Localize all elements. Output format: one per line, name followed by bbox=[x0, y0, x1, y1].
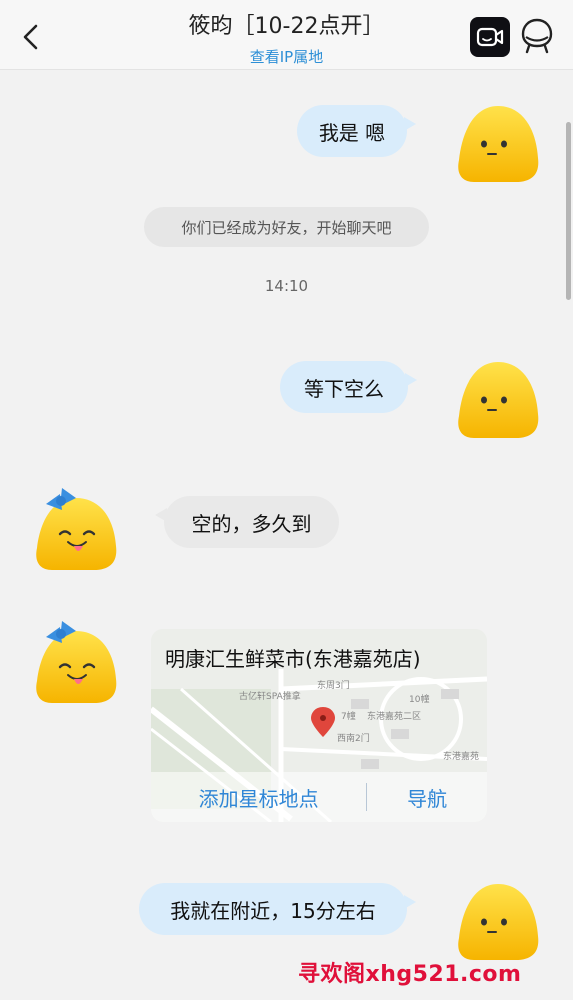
message-bubble-incoming[interactable]: 空的，多久到 bbox=[155, 496, 339, 548]
message-timestamp: 14:10 bbox=[264, 277, 309, 295]
message-text: 我是 嗯 bbox=[318, 120, 386, 145]
map-label: 西南2门 bbox=[337, 734, 370, 744]
scrollbar[interactable] bbox=[566, 122, 571, 300]
message-text: 我就在附近，15分左右 bbox=[170, 898, 376, 923]
location-actions: 添加星标地点 导航 bbox=[151, 772, 487, 822]
my-avatar[interactable] bbox=[456, 358, 540, 442]
contact-avatar[interactable] bbox=[32, 484, 120, 574]
map-label: 10幢 bbox=[409, 695, 430, 705]
watermark: 寻欢阁xhg521.com bbox=[298, 962, 522, 987]
system-notice: 你们已经成为好友，开始聊天吧 bbox=[144, 207, 429, 247]
video-camera-icon bbox=[476, 27, 504, 47]
map-label: 东港嘉苑 bbox=[443, 752, 480, 762]
message-text: 空的，多久到 bbox=[191, 511, 312, 536]
location-card[interactable]: 明康汇生鲜菜市(东港嘉苑店) 东周3门 古亿轩SPA推拿 东港嘉苑二区 西南2门… bbox=[151, 629, 487, 822]
my-avatar[interactable] bbox=[456, 880, 540, 964]
profile-icon[interactable] bbox=[520, 17, 554, 55]
contact-avatar[interactable] bbox=[32, 617, 120, 707]
map-label: 东周3门 bbox=[317, 681, 350, 691]
message-text: 等下空么 bbox=[304, 376, 384, 401]
map-label: 东港嘉苑二区 bbox=[367, 712, 422, 722]
navigate-button[interactable]: 导航 bbox=[367, 783, 487, 812]
map-label: 7幢 bbox=[341, 712, 356, 722]
message-bubble-outgoing[interactable]: 等下空么 bbox=[280, 361, 417, 413]
my-avatar[interactable] bbox=[456, 102, 540, 186]
message-bubble-outgoing[interactable]: 我就在附近，15分左右 bbox=[139, 883, 416, 935]
chat-header: 筱昀［10-22点开］ 查看IP属地 bbox=[0, 0, 573, 70]
video-call-button[interactable] bbox=[470, 17, 510, 57]
message-bubble-outgoing[interactable]: 我是 嗯 bbox=[297, 105, 416, 157]
map-label: 古亿轩SPA推拿 bbox=[239, 692, 301, 702]
location-title: 明康汇生鲜菜市(东港嘉苑店) bbox=[165, 647, 421, 671]
add-star-location-button[interactable]: 添加星标地点 bbox=[151, 783, 366, 812]
